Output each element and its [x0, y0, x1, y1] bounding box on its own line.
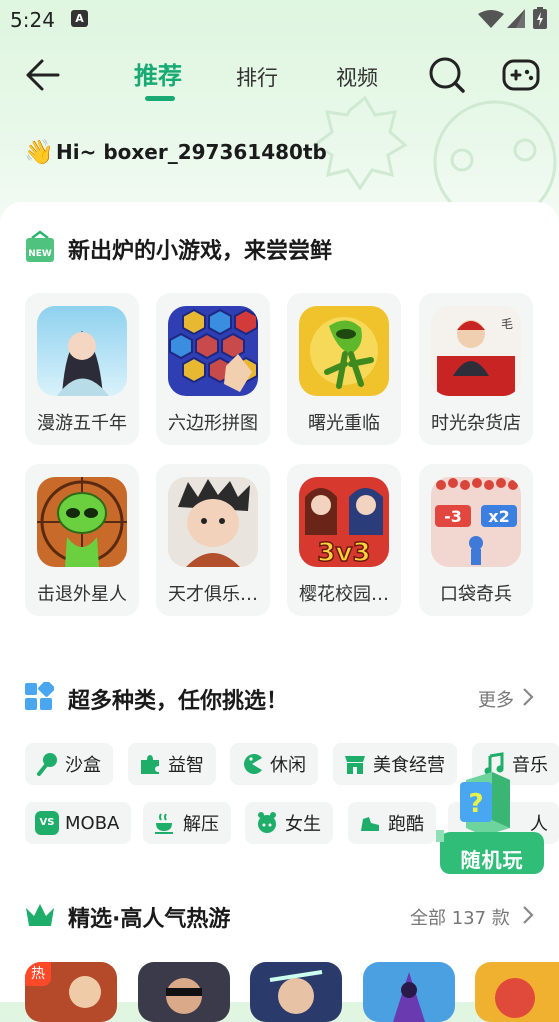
game-icon: 毛 — [431, 306, 521, 396]
hot-badge: 热 — [25, 962, 51, 986]
svg-text:毛: 毛 — [501, 317, 513, 331]
battery-icon — [533, 7, 547, 29]
category-label: MOBA — [65, 812, 120, 834]
game-icon — [37, 477, 127, 567]
notification-icon: A — [71, 10, 88, 27]
category-label: 解压 — [183, 814, 219, 835]
game-name: 口袋奇兵 — [440, 584, 512, 605]
category-chip[interactable]: 沙盒 — [25, 743, 113, 785]
wave-hand-icon: 👋 — [24, 138, 54, 166]
category-chip[interactable]: 休闲 — [230, 743, 318, 785]
relax-cup-icon — [155, 813, 173, 834]
featured-game-thumb[interactable]: 热 — [25, 962, 117, 1022]
game-name: 漫游五千年 — [37, 413, 127, 434]
crown-icon — [26, 904, 54, 926]
category-label: 跑酷 — [388, 814, 424, 835]
greeting-text: Hi~ boxer_297361480tb — [56, 140, 327, 164]
moba-vs-icon: VS — [35, 811, 59, 835]
shop-icon — [345, 756, 365, 774]
game-tile[interactable]: 天才俱乐… — [156, 464, 270, 616]
status-time: 5:24 — [10, 8, 55, 32]
category-label: 美食经营 — [373, 755, 445, 776]
game-tile[interactable]: 曙光重临 — [287, 293, 401, 445]
game-tile[interactable]: -3 x2 口袋奇兵 — [419, 464, 533, 616]
game-icon — [168, 306, 258, 396]
game-name: 天才俱乐… — [168, 584, 258, 605]
tab-video[interactable]: 视频 — [336, 62, 378, 92]
featured-game-thumb[interactable] — [363, 962, 455, 1022]
running-shoe-icon — [361, 817, 379, 831]
thumb-art — [69, 976, 101, 1008]
chevron-right-icon — [523, 906, 534, 924]
sandbox-icon — [37, 753, 57, 776]
svg-text:?: ? — [468, 789, 483, 819]
game-icon: -3 x2 — [431, 477, 521, 567]
game-tile[interactable]: 击退外星人 — [25, 464, 139, 616]
category-label: 女生 — [285, 814, 321, 835]
game-name: 樱花校园… — [299, 584, 389, 605]
new-badge-icon: NEW — [26, 230, 54, 262]
girl-icon — [258, 812, 276, 833]
featured-game-thumb[interactable] — [138, 962, 230, 1022]
back-icon[interactable] — [24, 58, 60, 92]
featured-game-thumb[interactable] — [475, 962, 559, 1022]
thumb-art — [269, 970, 323, 1014]
game-icon — [168, 477, 258, 567]
svg-text:NEW: NEW — [28, 249, 52, 259]
category-chip[interactable]: 解压 — [143, 802, 231, 844]
game-tile[interactable]: 3v3 樱花校园… — [287, 464, 401, 616]
search-icon[interactable] — [428, 56, 466, 94]
puzzle-icon — [141, 755, 159, 774]
game-tile[interactable]: 漫游五千年 — [25, 293, 139, 445]
category-chip[interactable]: VS MOBA — [25, 802, 132, 844]
signal-icon — [507, 9, 525, 28]
svg-text:3v3: 3v3 — [317, 538, 370, 567]
new-games-title: 新出炉的小游戏，来尝尝鲜 — [68, 239, 333, 264]
game-tile[interactable]: 六边形拼图 — [156, 293, 270, 445]
game-name: 时光杂货店 — [431, 413, 521, 434]
categories-title: 超多种类，任你挑选！ — [68, 689, 289, 714]
categories-more-link[interactable]: 更多 — [478, 686, 514, 712]
pacman-icon — [244, 754, 262, 774]
game-icon: 3v3 — [299, 477, 389, 567]
wifi-icon — [478, 10, 504, 28]
svg-text:-3: -3 — [444, 507, 462, 526]
game-icon — [37, 306, 127, 396]
random-play-label: 随机玩 — [460, 848, 524, 872]
featured-game-thumb[interactable] — [250, 962, 342, 1022]
category-chip[interactable]: 女生 — [245, 802, 333, 844]
category-label: 沙盒 — [65, 755, 101, 776]
random-play-button[interactable]: ? 随机玩 — [436, 768, 548, 880]
tab-recommend[interactable]: 推荐 — [134, 56, 182, 91]
game-name: 曙光重临 — [308, 413, 380, 434]
category-chip[interactable]: 益智 — [128, 743, 216, 785]
status-bar: 5:24 A — [0, 0, 559, 38]
game-name: 击退外星人 — [37, 584, 127, 605]
featured-title: 精选·高人气热游 — [68, 907, 231, 932]
thumb-art — [393, 972, 425, 1022]
gamepad-icon[interactable] — [502, 58, 540, 92]
game-icon — [299, 306, 389, 396]
featured-all-link[interactable]: 全部 137 款 — [410, 904, 510, 930]
chevron-right-icon — [523, 688, 534, 706]
game-name: 六边形拼图 — [168, 413, 258, 434]
category-grid-icon — [25, 682, 54, 710]
category-label: 益智 — [168, 755, 204, 776]
category-chip[interactable]: 跑酷 — [348, 802, 436, 844]
svg-text:x2: x2 — [488, 507, 509, 526]
tab-indicator — [145, 96, 175, 101]
tab-ranking[interactable]: 排行 — [236, 62, 278, 92]
thumb-art — [166, 978, 202, 1014]
category-label: 休闲 — [270, 755, 306, 776]
game-tile[interactable]: 毛 时光杂货店 — [419, 293, 533, 445]
thumb-art — [495, 978, 535, 1018]
